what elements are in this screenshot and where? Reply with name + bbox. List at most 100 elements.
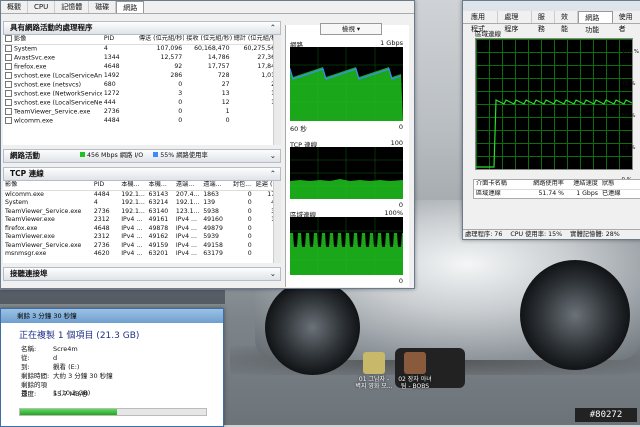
- tab-networking[interactable]: 網路功能: [578, 11, 613, 34]
- chevron-down-icon: ▾: [356, 25, 361, 33]
- expand-arrow-icon[interactable]: ⌄: [270, 268, 276, 280]
- table-row[interactable]: msnmsgr.exe 4620 IPv4 ... 63201 IPv4 ... 6317…: [3, 250, 281, 259]
- column-header[interactable]: PID: [91, 181, 120, 191]
- column-header[interactable]: 遠端...: [173, 181, 202, 191]
- checkbox[interactable]: [5, 108, 12, 115]
- checkbox[interactable]: [5, 117, 12, 124]
- column-header[interactable]: 本機...: [119, 181, 147, 191]
- column-header[interactable]: 傳送 (位元組/秒): [136, 35, 185, 45]
- table-row[interactable]: wlcomm.exe4484000: [3, 117, 281, 126]
- desktop-icon-label: 02 장자 아녀: [398, 376, 432, 383]
- table-row[interactable]: TeamViewer.exe 2312 IPv4 ... 49161 IPv4 ... 4…: [3, 216, 281, 225]
- table-row[interactable]: System4192.1...63214192.1...139043: [3, 199, 281, 208]
- graph-min: 0: [398, 201, 403, 209]
- table-row[interactable]: svchost.exe (NetworkService)127231316: [3, 90, 281, 99]
- detail-key: 剩餘時間:: [21, 372, 50, 380]
- column-header[interactable]: 介面卡名稱: [474, 180, 526, 190]
- cell: 27: [221, 81, 230, 89]
- tcp-scrollbar[interactable]: [273, 181, 281, 263]
- detail-value: 觀看 (E:): [53, 363, 80, 371]
- detail-key: 從:: [21, 354, 30, 362]
- table-row[interactable]: svchost.exe (LocalServiceAn... 1492 286 728…: [3, 72, 281, 81]
- cell: 1: [225, 108, 230, 116]
- tab-memory[interactable]: 記憶體: [55, 1, 90, 13]
- cell: 2312: [93, 216, 110, 223]
- tab-processes[interactable]: 處理程序: [498, 11, 532, 33]
- column-header[interactable]: 連結速度: [566, 180, 600, 190]
- network-util-label: 55% 網路使用率: [153, 150, 208, 162]
- process-name: TeamViewer_Service.exe: [3, 108, 102, 117]
- table-row[interactable]: firefox.exe 4648 92 17,757 17,849: [3, 63, 281, 72]
- checkbox[interactable]: [5, 45, 12, 52]
- table-row[interactable]: TeamViewer_Service.exe 2736 IPv4 ... 49159 I…: [3, 242, 281, 251]
- resmon-tabs: 概觀 CPU 記憶體 磁碟 網路: [1, 1, 414, 14]
- copy-progress-bar: [19, 408, 207, 416]
- tab-network[interactable]: 網路: [116, 1, 145, 13]
- table-row[interactable]: AvastSvc.exe 1344 12,577 14,786 27,363: [3, 54, 281, 63]
- table-row[interactable]: TeamViewer_Service.exe2736011: [3, 108, 281, 117]
- status-cpu: CPU 使用率: 15%: [510, 231, 563, 238]
- graph-min: 0: [398, 123, 403, 131]
- adapter-graph: [290, 217, 403, 275]
- table-row[interactable]: TeamViewer.exe 2312 IPv4 ... 49162 IPv4 ... 5…: [3, 233, 281, 242]
- cell: 4: [93, 199, 98, 206]
- tab-services[interactable]: 服務: [532, 11, 556, 33]
- checkbox[interactable]: [5, 81, 12, 88]
- checkbox[interactable]: [5, 99, 12, 106]
- status-memory: 實體記憶體: 28%: [570, 231, 620, 238]
- tcp-graph-svg: [290, 147, 403, 199]
- table-row[interactable]: 區域連線 51.74 % 1 Gbps 已連線: [474, 189, 640, 198]
- column-header[interactable]: 遠端...: [201, 181, 231, 191]
- table-header-row: 影像 PID 本機... 本機... 遠端... 遠端... 封包... 延遲 …: [3, 181, 281, 191]
- checkbox[interactable]: [5, 35, 12, 42]
- expand-arrow-icon[interactable]: ⌄: [270, 150, 276, 162]
- copy-progress-dialog: 剩餘 3 分鐘 30 秒鐘 正在複製 1 個項目 (21.3 GB) 名稱: Sc…: [0, 308, 224, 427]
- checkbox[interactable]: [5, 54, 12, 61]
- network-io-label: 456 Mbps 網路 I/O: [80, 150, 143, 162]
- tab-cpu[interactable]: CPU: [28, 1, 56, 13]
- desktop-icon-2[interactable]: 02 장자 아녀 팀 - BOBS: [393, 352, 437, 390]
- desktop-icon-1[interactable]: 01 그남자 - 벽지 영화 모...: [352, 352, 396, 390]
- table-row[interactable]: wlcomm.exe 4484 192.1... 63143 207.4... 1863 0…: [3, 190, 281, 199]
- process-label: svchost.exe (netsvcs): [14, 81, 82, 89]
- view-dropdown[interactable]: 檢視 ▾: [320, 23, 382, 35]
- cell: IPv4 ...: [121, 233, 143, 240]
- table-row[interactable]: System 4 107,096 60,168,470 60,275,566: [3, 45, 281, 55]
- tab-users[interactable]: 使用者: [613, 11, 640, 33]
- copy-detail-row: 速度: 55.7 MB/秒: [21, 390, 88, 398]
- section-header-listening[interactable]: 接聽連接埠 ⌄: [3, 267, 281, 281]
- process-label: wlcomm.exe: [14, 117, 53, 125]
- column-header[interactable]: PID: [101, 35, 137, 45]
- column-header[interactable]: 影像: [3, 181, 92, 191]
- table-row[interactable]: TeamViewer_Service.exe 2736 192.1... 63140 1…: [3, 208, 281, 217]
- section-header-tcp[interactable]: TCP 連線 ⌃: [3, 167, 281, 181]
- network-graph: [290, 47, 403, 121]
- adapter-graph-svg: [290, 217, 403, 275]
- checkbox[interactable]: [5, 72, 12, 79]
- section-header-network[interactable]: 網路活動 456 Mbps 網路 I/O 55% 網路使用率 ⌄: [3, 149, 281, 163]
- tab-overview[interactable]: 概觀: [1, 1, 28, 13]
- checkbox[interactable]: [5, 90, 12, 97]
- tab-applications[interactable]: 應用程式: [465, 11, 499, 33]
- collapse-arrow-icon[interactable]: ⌃: [270, 168, 276, 180]
- column-header[interactable]: 影像: [3, 35, 102, 45]
- column-header[interactable]: 封包...: [230, 181, 254, 191]
- table-row[interactable]: firefox.exe 4648 IPv4 ... 49878 IPv4 ... 4987…: [3, 225, 281, 234]
- tab-performance[interactable]: 效能: [555, 11, 579, 33]
- dialog-title: 剩餘 3 分鐘 30 秒鐘: [17, 312, 77, 320]
- column-header[interactable]: 接收 (位元組/秒): [184, 35, 232, 45]
- tab-disk[interactable]: 磁碟: [89, 1, 117, 13]
- column-header[interactable]: 本機...: [146, 181, 174, 191]
- process-name: TeamViewer_Service.exe: [5, 241, 82, 249]
- column-header[interactable]: 網路使用率: [526, 180, 566, 190]
- table-row[interactable]: svchost.exe (netsvcs)68002727: [3, 81, 281, 90]
- section-title: 網路活動: [10, 151, 40, 160]
- processes-scrollbar[interactable]: [273, 35, 281, 145]
- collapse-arrow-icon[interactable]: ⌃: [270, 22, 276, 34]
- section-header-processes[interactable]: 具有網路活動的處理程序 ⌃: [3, 21, 281, 35]
- cell: 4484: [93, 190, 110, 198]
- graph-time: 60 秒: [290, 125, 307, 133]
- table-row[interactable]: svchost.exe (LocalServiceNe...44401212: [3, 99, 281, 108]
- checkbox[interactable]: [5, 63, 12, 70]
- column-header[interactable]: 狀態: [600, 180, 640, 190]
